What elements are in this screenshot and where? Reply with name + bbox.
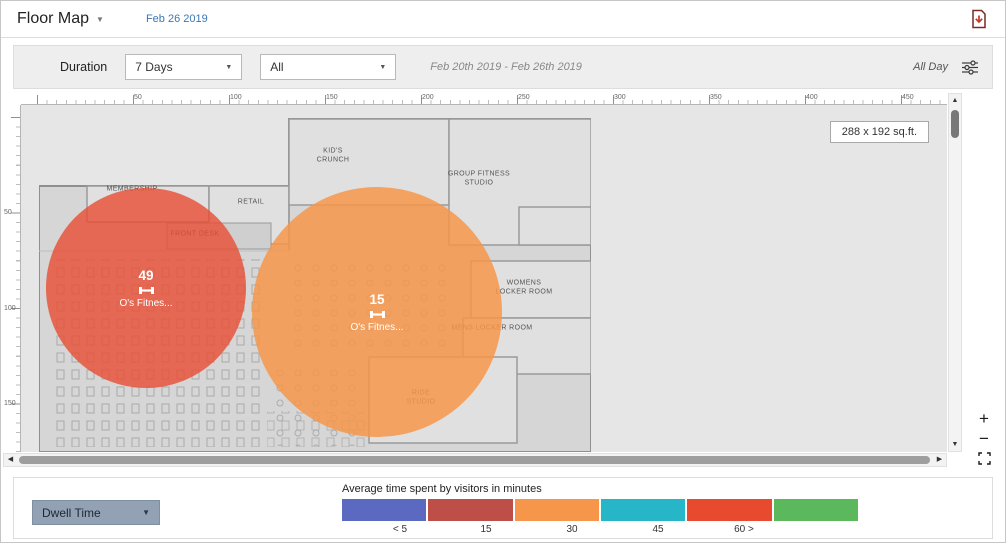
ruler-label: 300: [614, 94, 626, 101]
legend-tick: 60 >: [734, 524, 754, 535]
export-icon[interactable]: [969, 9, 989, 29]
dwell-time-value: Dwell Time: [42, 505, 101, 520]
chevron-down-icon: ▼: [142, 508, 150, 517]
room-label-group-fitness: GROUP FITNESS STUDIO: [447, 170, 511, 187]
scroll-left-button[interactable]: ◀: [4, 454, 17, 466]
vertical-scroll-thumb[interactable]: [951, 110, 959, 138]
ruler-label: 450: [902, 94, 914, 101]
duration-select[interactable]: 7 Days ▼: [125, 54, 243, 80]
legend-panel: Dwell Time ▼ Average time spent by visit…: [13, 477, 993, 539]
header: Floor Map ▼ Feb 26 2019: [1, 1, 1005, 38]
heat-bubble-49[interactable]: 49 O's Fitnes...: [46, 188, 246, 388]
heat-bubble-15[interactable]: 15 O's Fitnes...: [252, 187, 502, 437]
filter-sliders-icon[interactable]: [962, 59, 978, 75]
legend-tick: 15: [480, 524, 492, 535]
ruler-label: 200: [422, 94, 434, 101]
ruler-label: 100: [230, 94, 242, 101]
date-range-label: Feb 20th 2019 - Feb 26th 2019: [430, 61, 582, 73]
scroll-up-button[interactable]: ▲: [949, 94, 961, 107]
dumbbell-icon: [369, 310, 385, 319]
legend-segment-scarlet: [687, 499, 772, 521]
legend-tick-labels: < 5 15 30 45 60 >: [342, 521, 859, 536]
fullscreen-icon[interactable]: [977, 452, 991, 465]
chevron-down-icon: ▼: [225, 63, 233, 71]
ruler-label: 150: [4, 400, 16, 407]
zone-value: All: [270, 60, 284, 74]
legend-segment-red: [428, 499, 513, 521]
zone-name: O's Fitnes...: [119, 297, 173, 309]
time-filter-label: All Day: [913, 61, 948, 73]
floor-map-title-dropdown[interactable]: Floor Map ▼: [17, 10, 104, 28]
ruler-label: 150: [326, 94, 338, 101]
duration-label: Duration: [60, 60, 108, 74]
zone-select[interactable]: All ▼: [260, 54, 397, 80]
dwell-value: 15: [369, 291, 385, 307]
dwell-time-select[interactable]: Dwell Time ▼: [32, 500, 160, 525]
chevron-down-icon: ▼: [96, 14, 104, 24]
legend-title: Average time spent by visitors in minute…: [342, 483, 542, 495]
date-link[interactable]: Feb 26 2019: [146, 13, 208, 25]
legend-segment-green: [773, 499, 858, 521]
ruler-label: 350: [710, 94, 722, 101]
scroll-down-button[interactable]: ▼: [949, 438, 961, 451]
legend-tick: 30: [566, 524, 578, 535]
scroll-right-button[interactable]: ▶: [933, 454, 946, 466]
ruler-label: 250: [518, 94, 530, 101]
chevron-down-icon: ▼: [379, 63, 387, 71]
zoom-controls: + −: [971, 410, 997, 465]
legend-segment-blue: [342, 499, 427, 521]
ruler-label: 100: [4, 305, 16, 312]
legend-scale: Average time spent by visitors in minute…: [342, 483, 859, 536]
page-title: Floor Map: [17, 10, 90, 27]
ruler-label: 50: [4, 209, 12, 216]
room-label-retail: RETAIL: [237, 198, 265, 206]
zoom-in-button[interactable]: +: [979, 410, 989, 427]
floor-map-viewport: 50 100 150 200 250 300 350 400 450 50 10…: [1, 93, 1005, 467]
room-label-kids-crunch: KID'S CRUNCH: [316, 147, 350, 164]
horizontal-scroll-thumb[interactable]: [19, 456, 930, 464]
legend-segment-orange: [514, 499, 599, 521]
vertical-ruler: 50 100 150: [1, 105, 21, 452]
duration-value: 7 Days: [135, 60, 173, 74]
legend-tick: < 5: [392, 524, 408, 535]
dumbbell-icon: [138, 286, 154, 295]
zone-name: O's Fitnes...: [350, 321, 404, 333]
area-size-label: 288 x 192 sq.ft.: [829, 121, 929, 143]
vertical-scrollbar[interactable]: ▲ ▼: [948, 93, 962, 452]
floor-map-app: Floor Map ▼ Feb 26 2019 Duration 7 Days …: [0, 0, 1006, 543]
legend-color-bar: [342, 499, 858, 521]
dwell-value: 49: [138, 267, 154, 283]
filter-toolbar: Duration 7 Days ▼ All ▼ Feb 20th 2019 - …: [13, 45, 993, 89]
ruler-label: 50: [134, 94, 142, 101]
legend-tick: 45: [652, 524, 664, 535]
legend-segment-teal: [600, 499, 686, 521]
horizontal-ruler: 50 100 150 200 250 300 350 400 450: [21, 93, 947, 105]
ruler-label: 400: [806, 94, 818, 101]
horizontal-scrollbar[interactable]: ◀ ▶: [3, 453, 947, 467]
zoom-out-button[interactable]: −: [979, 430, 989, 447]
map-canvas[interactable]: MEMBERSHIP RETAIL FRONT DESK KID'S CRUNC…: [21, 105, 947, 452]
